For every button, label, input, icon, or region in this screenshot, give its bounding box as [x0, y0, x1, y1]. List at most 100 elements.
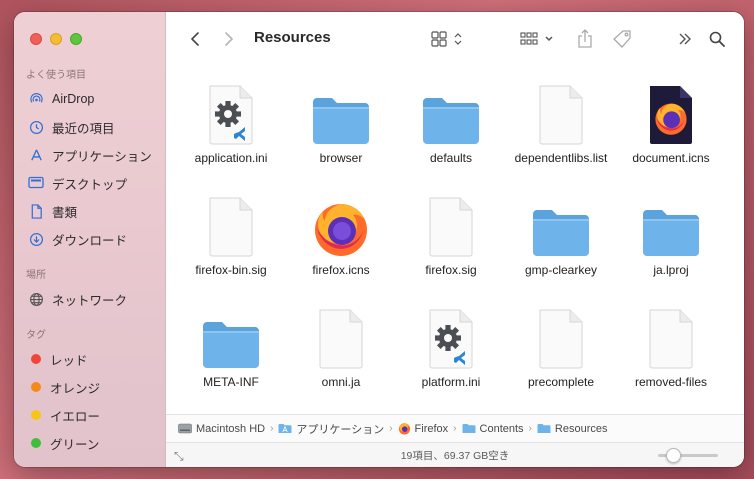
file-item[interactable]: omni.ja: [286, 304, 396, 389]
file-item[interactable]: document.icns: [616, 80, 726, 165]
file-item[interactable]: firefox-bin.sig: [176, 192, 286, 277]
sidebar-item-airdrop[interactable]: AirDrop: [14, 85, 165, 113]
sidebar-item-downloads[interactable]: ダウンロード: [14, 225, 165, 253]
sidebar-item-label: レッド: [50, 353, 88, 368]
path-crumb[interactable]: Resources: [537, 422, 608, 435]
status-bar: ⤡ 19項目、69.37 GB空き: [166, 442, 744, 467]
chevron-right-icon: ›: [270, 423, 274, 434]
file-item[interactable]: firefox.sig: [396, 192, 506, 277]
file-name: precomplete: [527, 375, 595, 389]
view-mode-button[interactable]: [428, 26, 468, 52]
finder-window: よく使う項目 AirDrop 最近の項目 アプリケーション デスクトップ 書類 …: [14, 12, 744, 467]
sidebar-item-label: ネットワーク: [52, 293, 128, 308]
applications-folder-icon: [278, 423, 292, 434]
tag-color-dot: [31, 410, 41, 420]
hard-drive-icon: [178, 423, 192, 434]
file-item[interactable]: dependentlibs.list: [506, 80, 616, 165]
sidebar-item-documents[interactable]: 書類: [14, 197, 165, 225]
path-crumb-label: Macintosh HD: [196, 422, 266, 435]
firefox-document-icon: [636, 80, 706, 146]
sidebar-item-label: AirDrop: [52, 92, 95, 106]
back-button[interactable]: [184, 26, 206, 52]
file-item[interactable]: ja.lproj: [616, 192, 726, 277]
folder-icon: [196, 304, 266, 370]
settings-document-icon: [416, 304, 486, 370]
sidebar-item-network[interactable]: ネットワーク: [14, 285, 165, 313]
path-crumb[interactable]: Macintosh HD: [178, 423, 265, 435]
sidebar-item-tag-yellow[interactable]: イエロー: [14, 401, 165, 429]
status-text: 19項目、69.37 GB空き: [400, 449, 510, 462]
file-name: firefox.icns: [312, 263, 370, 277]
file-name: platform.ini: [421, 375, 481, 389]
blank-document-icon: [196, 192, 266, 258]
file-item[interactable]: removed-files: [616, 304, 726, 389]
path-crumb-label: Firefox: [414, 422, 449, 435]
file-name: omni.ja: [321, 375, 361, 389]
folder-icon: [306, 80, 376, 146]
blank-document-icon: [416, 192, 486, 258]
file-item[interactable]: META-INF: [176, 304, 286, 389]
sidebar-item-applications[interactable]: アプリケーション: [14, 141, 165, 169]
file-item[interactable]: platform.ini: [396, 304, 506, 389]
icon-size-slider[interactable]: [658, 448, 718, 463]
sidebar-section-favorites: よく使う項目 AirDrop 最近の項目 アプリケーション デスクトップ 書類 …: [14, 67, 165, 253]
search-button[interactable]: [706, 26, 728, 52]
toolbar: Resources: [166, 12, 744, 66]
path-crumb[interactable]: Firefox: [398, 422, 449, 435]
clock-icon: [28, 119, 44, 135]
sidebar-item-recents[interactable]: 最近の項目: [14, 113, 165, 141]
file-item[interactable]: application.ini: [176, 80, 286, 165]
more-toolbar-button[interactable]: [674, 26, 696, 52]
path-crumb-label: Resources: [554, 422, 608, 435]
sidebar-item-tag-red[interactable]: レッド: [14, 345, 165, 373]
file-name: browser: [319, 151, 363, 165]
chevron-right-icon: [225, 32, 233, 46]
path-bar: Macintosh HD › アプリケーション › Firefox › Contents › R…: [166, 414, 744, 442]
file-item[interactable]: gmp-clearkey: [506, 192, 616, 277]
file-item[interactable]: precomplete: [506, 304, 616, 389]
sidebar: よく使う項目 AirDrop 最近の項目 アプリケーション デスクトップ 書類 …: [14, 12, 166, 467]
airdrop-icon: [28, 91, 44, 107]
sidebar-item-label: ダウンロード: [52, 233, 128, 248]
path-crumb[interactable]: Contents: [462, 423, 524, 435]
share-button[interactable]: [574, 26, 596, 52]
chevron-right-icon: ›: [453, 423, 457, 434]
file-item[interactable]: firefox.icns: [286, 192, 396, 277]
path-crumb-label: Contents: [479, 422, 524, 435]
share-icon: [578, 29, 592, 48]
settings-document-icon: [196, 80, 266, 146]
file-item[interactable]: defaults: [396, 80, 506, 165]
slider-knob[interactable]: [665, 448, 681, 463]
sidebar-item-label: アプリケーション: [52, 149, 152, 164]
main-content: Resources application.ini browser defaul…: [166, 12, 744, 467]
collapse-arrows-icon[interactable]: ⤡: [174, 449, 184, 464]
path-crumb[interactable]: アプリケーション: [278, 421, 384, 437]
folder-icon: [526, 192, 596, 258]
file-name: META-INF: [203, 375, 259, 389]
tag-button[interactable]: [611, 26, 635, 52]
blank-document-icon: [306, 304, 376, 370]
search-icon: [709, 31, 725, 47]
file-name: defaults: [429, 151, 473, 165]
close-button[interactable]: [30, 33, 42, 45]
group-button[interactable]: [518, 26, 558, 52]
sidebar-item-tag-green[interactable]: グリーン: [14, 429, 165, 457]
document-icon: [28, 203, 44, 219]
path-crumb-label: アプリケーション: [296, 423, 385, 436]
forward-button[interactable]: [218, 26, 240, 52]
file-item[interactable]: browser: [286, 80, 396, 165]
file-name: ja.lproj: [653, 263, 689, 277]
firefox-app-icon: [398, 422, 411, 435]
zoom-button[interactable]: [70, 33, 82, 45]
minimize-button[interactable]: [50, 33, 62, 45]
tag-color-dot: [31, 354, 41, 364]
sidebar-item-desktop[interactable]: デスクトップ: [14, 169, 165, 197]
file-name: firefox.sig: [425, 263, 477, 277]
blank-document-icon: [636, 304, 706, 370]
file-name: application.ini: [194, 151, 268, 165]
tag-color-dot: [31, 382, 41, 392]
sidebar-item-tag-orange[interactable]: オレンジ: [14, 373, 165, 401]
chevron-right-icon: ›: [389, 423, 393, 434]
file-name: firefox-bin.sig: [195, 263, 267, 277]
sidebar-header: よく使う項目: [26, 70, 86, 81]
